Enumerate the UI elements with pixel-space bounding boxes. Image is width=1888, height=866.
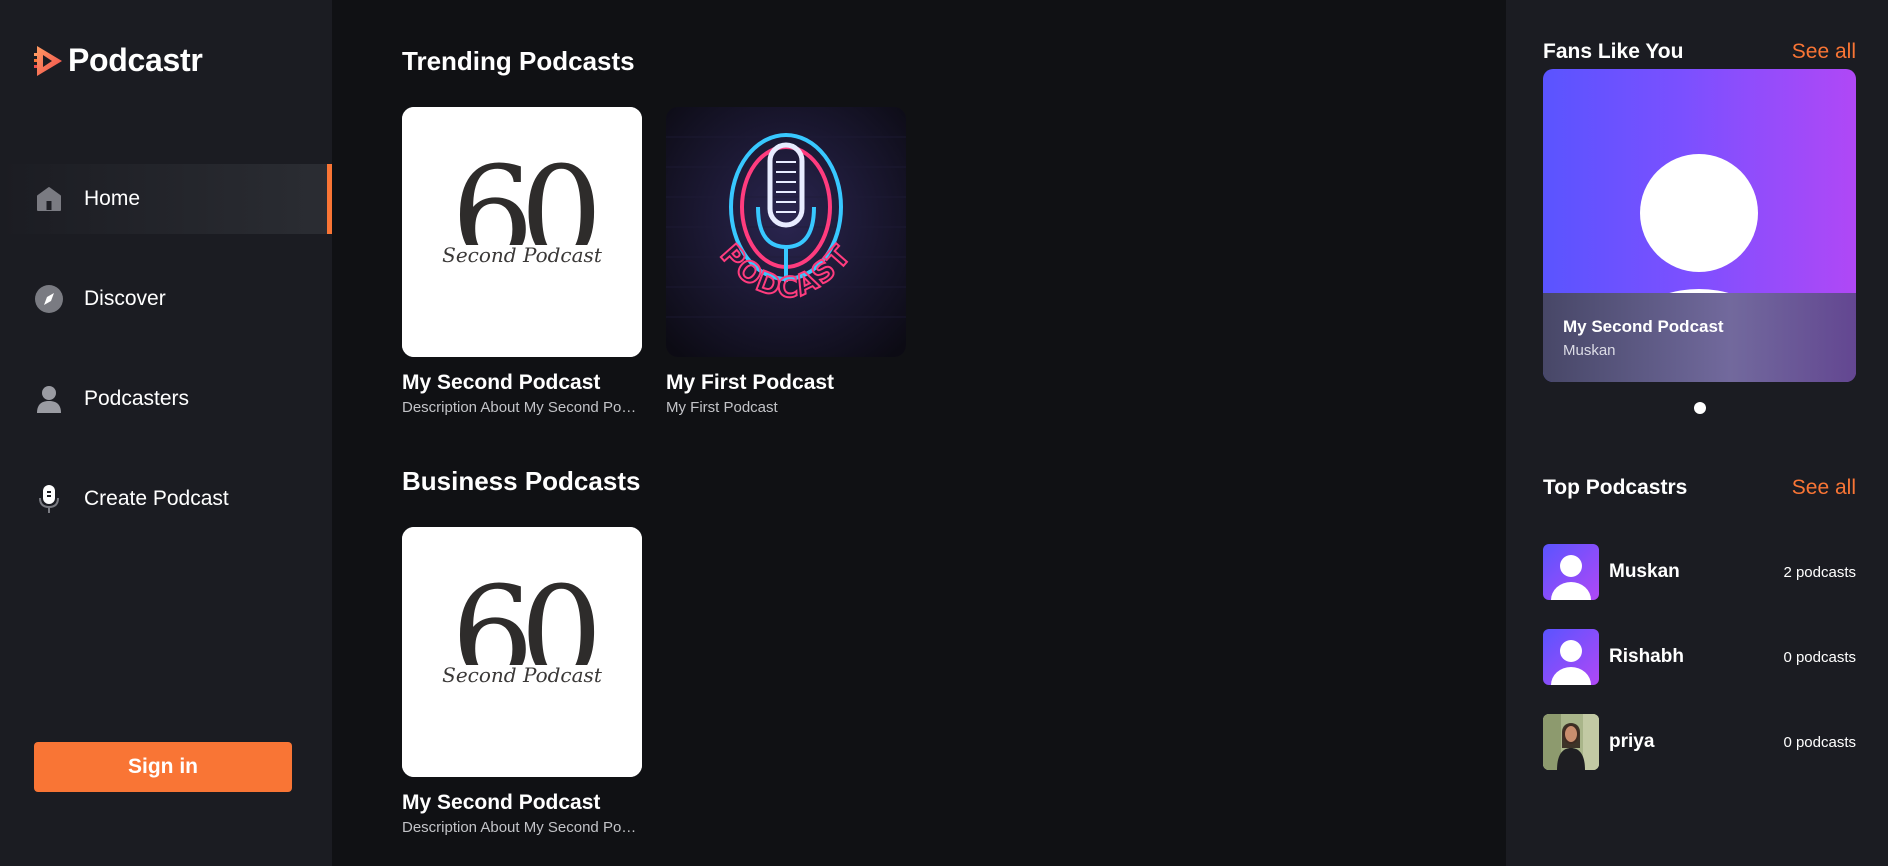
fans-carousel-slide[interactable]: My Second Podcast Muskan <box>1543 69 1856 382</box>
fans-slide-author: Muskan <box>1563 342 1616 359</box>
podcaster-name: priya <box>1609 731 1655 752</box>
fans-like-you-title: Fans Like You <box>1543 40 1684 63</box>
podcast-cover-60-second: 60 Second Podcast <box>402 527 642 777</box>
carousel-dot[interactable] <box>1694 402 1706 414</box>
sidebar-item-label: Discover <box>84 287 166 310</box>
podcast-card-description: Description About My Second Podcast <box>402 819 642 836</box>
podcast-count: 0 podcasts <box>1783 733 1856 751</box>
top-see-all-link[interactable]: See all <box>1792 476 1856 500</box>
podcast-card[interactable]: PODCAST My First Podcast My First Podcas… <box>666 107 906 416</box>
svg-text:Second Podcast: Second Podcast <box>442 663 603 687</box>
podcast-card-description: My First Podcast <box>666 399 778 416</box>
top-podcaster-row[interactable]: Muskan 2 podcasts <box>1543 544 1856 600</box>
fans-slide-title: My Second Podcast <box>1563 317 1724 336</box>
trending-section-title: Trending Podcasts <box>402 46 635 76</box>
podcaster-name: Muskan <box>1609 561 1680 582</box>
default-avatar-icon <box>1640 154 1758 293</box>
brand-name: Podcastr <box>68 42 203 78</box>
sidebar-item-label: Home <box>84 187 141 210</box>
podcast-count: 2 podcasts <box>1783 563 1856 581</box>
top-podcastrs-header: Top Podcastrs See all <box>1543 476 1856 500</box>
podcast-card[interactable]: 60 Second Podcast My Second Podcast Desc… <box>402 107 642 416</box>
sidebar-item-podcasters[interactable]: Podcasters <box>0 364 332 434</box>
top-podcastrs-title: Top Podcastrs <box>1543 476 1688 499</box>
default-avatar-icon <box>1543 544 1599 600</box>
svg-text:60: 60 <box>451 138 595 290</box>
left-sidebar: Podcastr Home Discover Podcasters Create… <box>0 0 332 866</box>
podcast-card-title: My Second Podcast <box>402 371 601 394</box>
podcast-cover-60-second: 60 Second Podcast <box>402 107 642 357</box>
brand-logo[interactable]: Podcastr <box>34 42 203 79</box>
podcast-card-title: My First Podcast <box>666 371 835 394</box>
photo-avatar-icon <box>1543 714 1599 770</box>
home-icon <box>34 184 64 214</box>
right-sidebar: Fans Like You See all My Second Podcast … <box>1506 0 1888 866</box>
top-podcaster-row[interactable]: priya 0 podcasts <box>1543 714 1856 770</box>
fans-see-all-link[interactable]: See all <box>1792 40 1856 64</box>
podcast-card-description: Description About My Second Podcast <box>402 399 642 416</box>
podcast-count: 0 podcasts <box>1783 648 1856 666</box>
podcast-cover-neon-microphone: PODCAST <box>666 107 906 357</box>
user-icon <box>34 384 64 414</box>
business-section-title: Business Podcasts <box>402 466 641 496</box>
microphone-icon <box>34 484 64 514</box>
sidebar-item-label: Create Podcast <box>84 487 229 510</box>
svg-text:Second Podcast: Second Podcast <box>442 243 603 267</box>
podcast-card-title: My Second Podcast <box>402 791 601 814</box>
sidebar-item-home[interactable]: Home <box>0 164 332 234</box>
main-content: Trending Podcasts 60 Second Podcast My S… <box>332 0 1506 866</box>
fans-like-you-header: Fans Like You See all <box>1543 40 1856 64</box>
compass-icon <box>34 284 64 314</box>
top-podcaster-row[interactable]: Rishabh 0 podcasts <box>1543 629 1856 685</box>
default-avatar-icon <box>1543 629 1599 685</box>
podcast-card[interactable]: 60 Second Podcast My Second Podcast Desc… <box>402 527 642 836</box>
sidebar-item-discover[interactable]: Discover <box>0 264 332 334</box>
podcaster-name: Rishabh <box>1609 646 1684 667</box>
fans-slide-caption: My Second Podcast Muskan <box>1543 293 1856 382</box>
sign-in-button[interactable]: Sign in <box>34 742 292 792</box>
sidebar-item-label: Podcasters <box>84 387 190 410</box>
svg-text:60: 60 <box>451 558 595 710</box>
podcastr-logo-icon <box>34 45 62 76</box>
sidebar-item-create-podcast[interactable]: Create Podcast <box>0 464 332 534</box>
